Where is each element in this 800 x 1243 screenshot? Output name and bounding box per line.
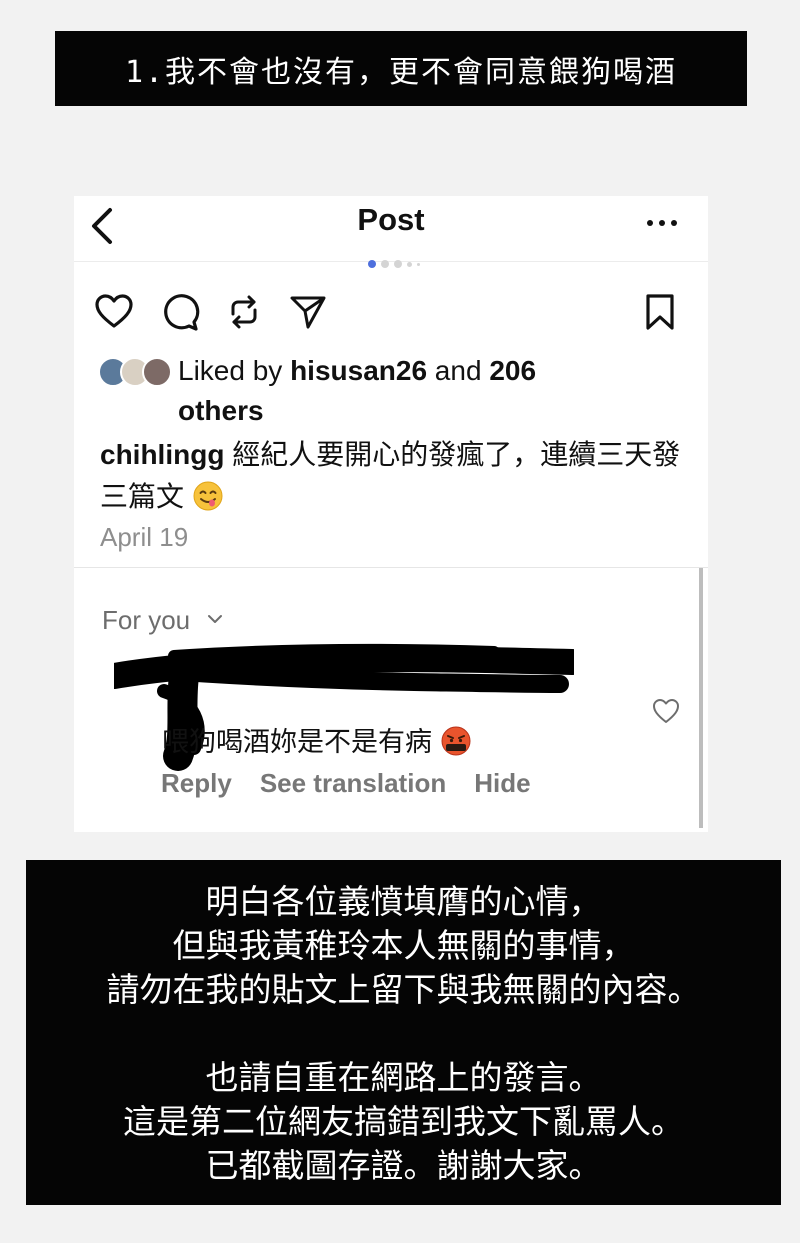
instagram-post-screenshot: Post Liked by hisusan26 and 206 others c… [74, 196, 708, 832]
carousel-dot[interactable] [407, 261, 412, 267]
comment-actions: Reply See translation Hide [161, 768, 531, 799]
post-caption: chihlingg 經紀人要開心的發瘋了，連續三天發三篇文 [100, 434, 690, 518]
comment-body: 喂狗喝酒妳是不是有病 [162, 727, 432, 757]
statement-line: 明白各位義憤填膺的心情， [205, 882, 602, 921]
likes-middle: and [427, 355, 490, 386]
statement-line: 已都截圖存證。謝謝大家。 [205, 1146, 602, 1185]
chevron-down-icon [208, 615, 223, 623]
post-header: Post [74, 196, 708, 262]
likes-prefix: Liked by [178, 355, 291, 386]
carousel-dot[interactable] [394, 260, 402, 268]
likes-text[interactable]: Liked by hisusan26 and 206 others [98, 351, 698, 431]
carousel-dot[interactable] [417, 262, 420, 266]
heart-icon[interactable] [94, 292, 134, 332]
carousel-dots [368, 260, 420, 268]
statement-line: 這是第二位網友搞錯到我文下亂罵人。 [123, 1102, 684, 1141]
likes-summary: Liked by hisusan26 and 206 others [98, 351, 698, 431]
page-title: Post [357, 202, 425, 237]
avatar [142, 357, 172, 387]
repost-icon[interactable] [224, 292, 264, 332]
hide-button[interactable]: Hide [474, 768, 530, 799]
statement-line: 也請自重在網路上的發言。 [205, 1058, 602, 1097]
reply-button[interactable]: Reply [161, 768, 232, 799]
statement-gap [26, 1012, 781, 1056]
bookmark-icon[interactable] [640, 292, 680, 332]
caption-username[interactable]: chihlingg [100, 439, 224, 470]
liker-username[interactable]: hisusan26 [290, 355, 427, 386]
likes-count[interactable]: 206 [489, 355, 536, 386]
comment-filter-dropdown[interactable]: For you [102, 605, 223, 636]
liker-avatars[interactable] [98, 357, 172, 387]
see-translation-button[interactable]: See translation [260, 768, 446, 799]
divider [74, 567, 708, 568]
carousel-dot[interactable] [368, 260, 376, 268]
comment-text: 喂狗喝酒妳是不是有病 [162, 720, 472, 759]
banner-text: 1.我不會也沒有，更不會同意餵狗喝酒 [124, 54, 678, 90]
scrollbar[interactable] [699, 568, 703, 828]
statement-line: 請勿在我的貼文上留下與我無關的內容。 [106, 970, 701, 1009]
post-date: April 19 [100, 522, 189, 552]
statement-box: 明白各位義憤填膺的心情， 但與我黃稚玲本人無關的事情， 請勿在我的貼文上留下與我… [26, 860, 781, 1205]
carousel-dot[interactable] [381, 260, 389, 268]
comment-icon[interactable] [160, 292, 200, 332]
share-icon[interactable] [288, 292, 328, 332]
comment-heart-icon[interactable] [650, 696, 682, 726]
likes-others[interactable]: others [178, 395, 264, 426]
comment-filter-label: For you [102, 605, 191, 635]
cursing-face-emoji-icon [441, 726, 471, 756]
top-banner: 1.我不會也沒有，更不會同意餵狗喝酒 [55, 31, 747, 106]
statement-line: 但與我黃稚玲本人無關的事情， [172, 926, 635, 965]
more-icon[interactable] [644, 216, 680, 230]
yum-emoji-icon [193, 481, 223, 511]
